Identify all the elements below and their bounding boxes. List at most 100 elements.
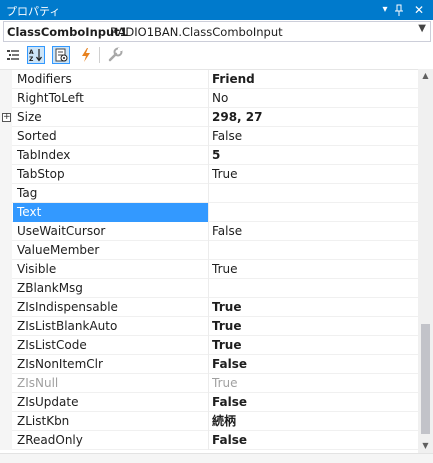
- column-divider[interactable]: [208, 374, 209, 393]
- column-divider[interactable]: [208, 127, 209, 146]
- property-value[interactable]: 298, 27: [212, 108, 412, 127]
- events-icon[interactable]: [77, 46, 95, 64]
- alphabetical-icon[interactable]: A Z: [27, 46, 45, 64]
- toolbar-separator: [99, 47, 100, 63]
- property-name[interactable]: Modifiers: [17, 70, 207, 89]
- column-divider[interactable]: [208, 412, 209, 431]
- property-name[interactable]: ZBlankMsg: [17, 279, 207, 298]
- scroll-thumb[interactable]: [421, 324, 430, 434]
- property-name[interactable]: Visible: [17, 260, 207, 279]
- properties-icon[interactable]: [52, 46, 70, 64]
- column-divider[interactable]: [208, 165, 209, 184]
- property-value[interactable]: False: [212, 127, 412, 146]
- property-row[interactable]: ZReadOnly False: [0, 431, 418, 450]
- column-divider[interactable]: [208, 108, 209, 127]
- property-row[interactable]: ZIsUpdate False: [0, 393, 418, 412]
- property-row[interactable]: ValueMember: [0, 241, 418, 260]
- property-name[interactable]: Sorted: [17, 127, 207, 146]
- chevron-down-icon[interactable]: ▼: [418, 23, 426, 34]
- column-divider[interactable]: [208, 355, 209, 374]
- property-value[interactable]: False: [212, 393, 412, 412]
- property-row[interactable]: Modifiers Friend: [0, 70, 418, 89]
- column-divider[interactable]: [208, 203, 209, 222]
- vertical-scrollbar[interactable]: ▲ ▼: [418, 69, 433, 453]
- property-value[interactable]: False: [212, 355, 412, 374]
- property-name[interactable]: UseWaitCursor: [17, 222, 207, 241]
- property-value[interactable]: [212, 203, 412, 222]
- scroll-up-icon[interactable]: ▲: [418, 69, 433, 83]
- property-row[interactable]: + Size 298, 27: [0, 108, 418, 127]
- property-value[interactable]: 続柄: [212, 412, 412, 431]
- property-row[interactable]: Text: [0, 203, 418, 222]
- chevron-down-icon[interactable]: ▾: [378, 2, 392, 18]
- property-row[interactable]: ZIsListCode True: [0, 336, 418, 355]
- property-row[interactable]: TabStop True: [0, 165, 418, 184]
- column-divider[interactable]: [208, 336, 209, 355]
- property-name[interactable]: ZReadOnly: [17, 431, 207, 450]
- property-value[interactable]: True: [212, 165, 412, 184]
- property-value[interactable]: True: [212, 336, 412, 355]
- row-margin: [0, 431, 12, 450]
- property-row[interactable]: ZIsIndispensable True: [0, 298, 418, 317]
- property-value[interactable]: True: [212, 317, 412, 336]
- object-selector-dropdown[interactable]: ClassComboInput1 RADIO1BAN.ClassComboInp…: [3, 21, 431, 42]
- close-icon[interactable]: ✕: [412, 2, 426, 18]
- property-name[interactable]: ZIsUpdate: [17, 393, 207, 412]
- column-divider[interactable]: [208, 431, 209, 450]
- property-row[interactable]: Tag: [0, 184, 418, 203]
- column-divider[interactable]: [208, 317, 209, 336]
- property-row[interactable]: Visible True: [0, 260, 418, 279]
- property-value[interactable]: Friend: [212, 70, 412, 89]
- property-row[interactable]: RightToLeft No: [0, 89, 418, 108]
- property-value[interactable]: [212, 241, 412, 260]
- property-value[interactable]: [212, 279, 412, 298]
- property-row[interactable]: TabIndex 5: [0, 146, 418, 165]
- property-name[interactable]: TabStop: [17, 165, 207, 184]
- column-divider[interactable]: [208, 222, 209, 241]
- column-divider[interactable]: [208, 241, 209, 260]
- property-name[interactable]: ValueMember: [17, 241, 207, 260]
- column-divider[interactable]: [208, 146, 209, 165]
- property-name[interactable]: ZIsListBlankAuto: [17, 317, 207, 336]
- row-margin: [0, 317, 12, 336]
- column-divider[interactable]: [208, 279, 209, 298]
- property-value[interactable]: False: [212, 431, 412, 450]
- column-divider[interactable]: [208, 184, 209, 203]
- row-margin: [0, 203, 12, 222]
- property-row[interactable]: ZIsListBlankAuto True: [0, 317, 418, 336]
- property-name[interactable]: Tag: [17, 184, 207, 203]
- property-name[interactable]: ZListKbn: [17, 412, 207, 431]
- property-name[interactable]: ZIsNull: [17, 374, 207, 393]
- expand-icon[interactable]: +: [2, 113, 11, 122]
- column-divider[interactable]: [208, 89, 209, 108]
- property-value[interactable]: False: [212, 222, 412, 241]
- property-value[interactable]: [212, 184, 412, 203]
- property-value[interactable]: 5: [212, 146, 412, 165]
- property-row[interactable]: ZBlankMsg: [0, 279, 418, 298]
- property-row[interactable]: Sorted False: [0, 127, 418, 146]
- property-name[interactable]: Text: [13, 203, 208, 222]
- pin-icon[interactable]: [392, 2, 406, 18]
- scroll-down-icon[interactable]: ▼: [418, 439, 433, 453]
- property-row[interactable]: UseWaitCursor False: [0, 222, 418, 241]
- property-grid: Modifiers Friend RightToLeft No + Size 298, 27…: [0, 69, 418, 454]
- property-value[interactable]: True: [212, 374, 412, 393]
- categorized-icon[interactable]: [4, 46, 22, 64]
- column-divider[interactable]: [208, 298, 209, 317]
- property-value[interactable]: True: [212, 298, 412, 317]
- property-name[interactable]: TabIndex: [17, 146, 207, 165]
- property-name[interactable]: ZIsNonItemClr: [17, 355, 207, 374]
- property-value[interactable]: No: [212, 89, 412, 108]
- property-name[interactable]: ZIsIndispensable: [17, 298, 207, 317]
- description-pane-splitter[interactable]: [0, 453, 433, 463]
- column-divider[interactable]: [208, 393, 209, 412]
- property-name[interactable]: ZIsListCode: [17, 336, 207, 355]
- property-value[interactable]: True: [212, 260, 412, 279]
- property-row[interactable]: ZListKbn 続柄: [0, 412, 418, 431]
- column-divider[interactable]: [208, 260, 209, 279]
- column-divider[interactable]: [208, 70, 209, 89]
- property-row[interactable]: ZIsNonItemClr False: [0, 355, 418, 374]
- property-name[interactable]: Size: [17, 108, 207, 127]
- property-name[interactable]: RightToLeft: [17, 89, 207, 108]
- property-row[interactable]: ZIsNull True: [0, 374, 418, 393]
